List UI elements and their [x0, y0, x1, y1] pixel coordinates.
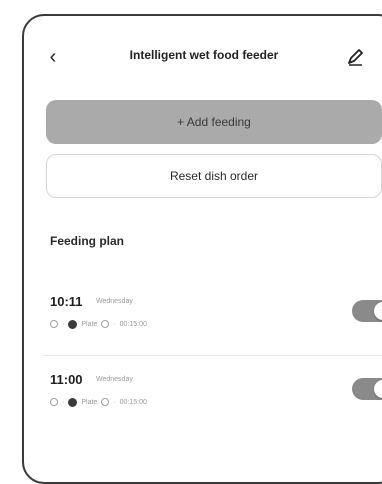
info-icon: [101, 398, 110, 406]
chevron-left-icon: ‹: [49, 45, 57, 68]
clock-icon: [50, 398, 58, 406]
pencil-icon: [348, 49, 363, 66]
feeding-details: · Plate · 00:15:00: [50, 318, 147, 330]
separator: ·: [62, 398, 65, 406]
enable-toggle[interactable]: [352, 378, 382, 400]
page-title: Intelligent wet food feeder: [129, 48, 279, 62]
separator: ·: [113, 320, 116, 328]
feeding-plan-item[interactable]: 10:11 Wednesday · Plate · 00:15:00: [44, 278, 382, 356]
header: ‹ Intelligent wet food feeder: [24, 40, 382, 76]
add-feeding-button[interactable]: + Add feeding: [46, 100, 382, 144]
phone-frame: ‹ Intelligent wet food feeder + Add feed…: [22, 14, 382, 484]
section-title: Feeding plan: [50, 234, 125, 248]
separator: ·: [113, 398, 116, 406]
duration: 00:15:00: [119, 398, 147, 406]
toggle-knob: [374, 302, 382, 320]
feeding-plan-item[interactable]: 11:00 Wednesday · Plate · 00:15:00: [44, 356, 382, 434]
feeding-time: 11:00: [50, 372, 83, 387]
feeding-time: 10:11: [50, 294, 83, 309]
edit-button[interactable]: [344, 46, 366, 68]
feeding-details: · Plate · 00:15:00: [50, 396, 147, 408]
toggle-knob: [374, 380, 382, 398]
reset-dish-order-button[interactable]: Reset dish order: [46, 154, 382, 198]
plate-label: Plate: [81, 398, 98, 406]
plate-icon: [68, 319, 78, 329]
plate-label: Plate: [81, 320, 98, 328]
separator: ·: [62, 320, 65, 328]
clock-icon: [50, 320, 58, 328]
duration: 00:15:00: [119, 320, 147, 328]
plate-icon: [68, 397, 78, 407]
enable-toggle[interactable]: [352, 300, 382, 322]
feeding-day: Wednesday: [96, 376, 133, 383]
info-icon: [101, 320, 110, 328]
feeding-day: Wednesday: [96, 298, 133, 305]
back-button[interactable]: ‹: [42, 46, 64, 68]
